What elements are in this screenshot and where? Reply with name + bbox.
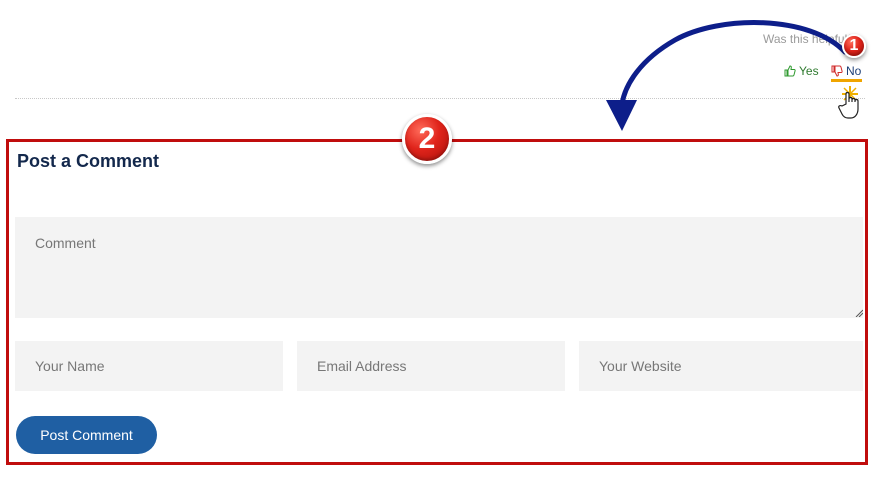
comment-textarea[interactable] <box>15 217 863 318</box>
thumbs-up-icon <box>784 65 796 77</box>
thumbs-down-icon <box>831 65 843 77</box>
vote-no-button[interactable]: No <box>831 63 861 79</box>
name-input[interactable] <box>15 341 283 391</box>
step-1-badge: 1 <box>842 34 866 58</box>
section-divider <box>15 98 865 99</box>
vote-yes-label: Yes <box>799 64 819 78</box>
form-title: Post a Comment <box>17 151 160 171</box>
comment-form: Post a Comment Post Comment <box>6 139 868 465</box>
resize-grip-icon[interactable] <box>855 309 863 317</box>
hand-cursor-icon <box>838 91 859 119</box>
step-2-badge: 2 <box>402 114 452 164</box>
email-input[interactable] <box>297 341 565 391</box>
post-comment-button[interactable]: Post Comment <box>16 416 157 454</box>
vote-yes-button[interactable]: Yes <box>784 63 819 79</box>
vote-no-label: No <box>846 64 862 78</box>
website-input[interactable] <box>579 341 863 391</box>
click-sparkle-icon <box>842 86 858 102</box>
helpful-question: Was this helpful? <box>763 32 854 46</box>
no-highlight-underline <box>831 79 862 82</box>
